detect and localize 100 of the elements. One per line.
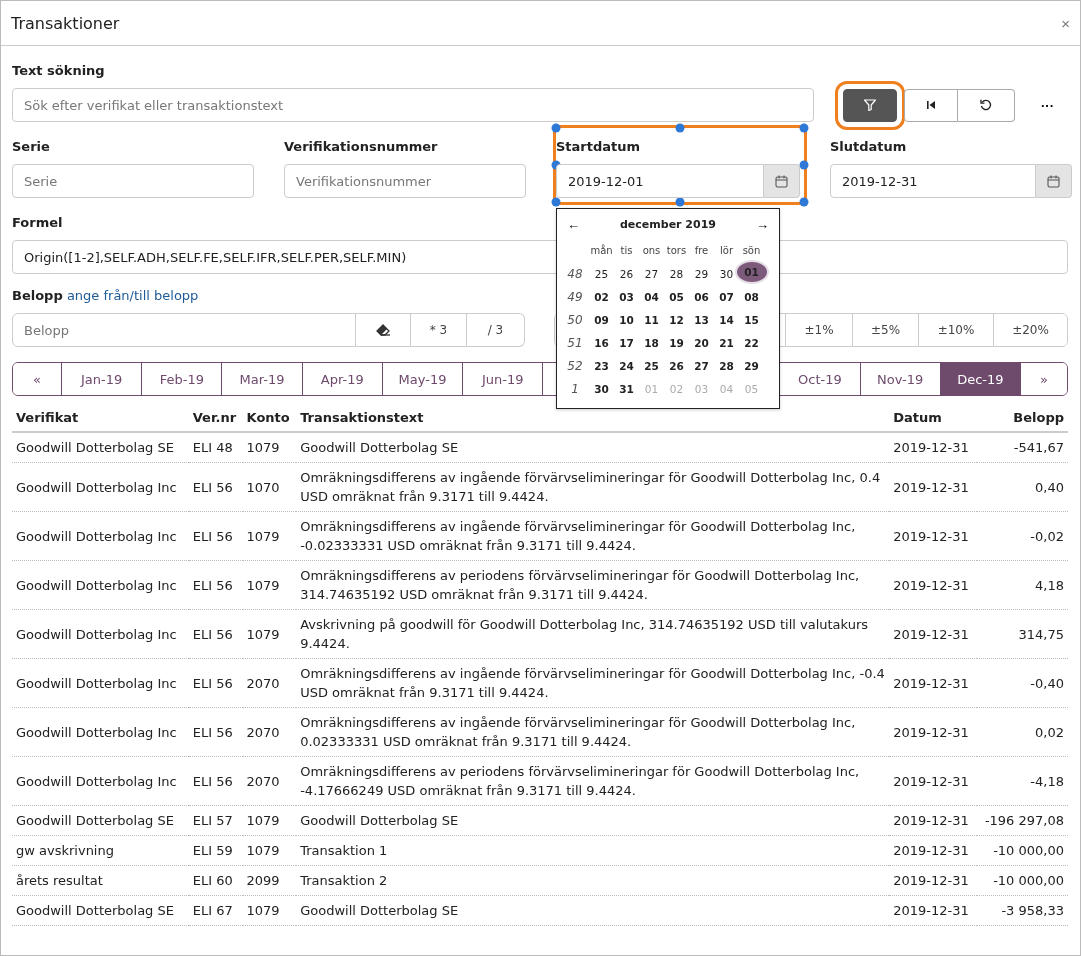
table-cell: Goodwill Dotterbolag SE [12, 432, 189, 463]
calendar-day[interactable]: 11 [639, 308, 664, 331]
calendar-day[interactable]: 12 [664, 308, 689, 331]
next-month-button[interactable]: → [756, 216, 769, 232]
table-cell: Goodwill Dotterbolag Inc [12, 756, 189, 806]
previous-month-button[interactable]: ← [567, 216, 580, 232]
column-header: Belopp [976, 404, 1068, 432]
percent-button[interactable]: ±20% [993, 314, 1067, 346]
table-cell: -10 000,00 [976, 835, 1068, 866]
calendar-day[interactable]: 13 [689, 308, 714, 331]
calendar-icon [1047, 174, 1060, 188]
calendar-icon [775, 174, 788, 188]
calendar-day[interactable]: 07 [714, 285, 739, 308]
date-field[interactable]: 2019-12-01 [556, 164, 764, 198]
table-cell: Goodwill Dotterbolag SE [296, 805, 890, 836]
calendar-day[interactable]: 22 [739, 331, 764, 354]
weekday-label: sön [741, 244, 762, 258]
week-number: 51 [566, 334, 584, 352]
clear-button[interactable] [356, 313, 411, 347]
calendar-day[interactable]: 25 [639, 354, 664, 377]
table-cell: 0,02 [976, 707, 1068, 757]
table-cell: 2019-12-31 [889, 805, 977, 836]
week-number: 49 [566, 288, 584, 306]
calendar-day[interactable]: 26 [664, 354, 689, 377]
calendar-day[interactable]: 27 [689, 354, 714, 377]
table-cell: ELI 56 [188, 560, 243, 610]
calendar-day[interactable]: 06 [689, 285, 714, 308]
table-cell: 2099 [242, 865, 297, 896]
column-header: Konto [242, 404, 297, 432]
table-cell: 2019-12-31 [889, 432, 977, 463]
column-header: Verifikat [12, 404, 189, 432]
calendar-day[interactable]: 10 [614, 308, 639, 331]
close-button[interactable]: × [1061, 14, 1070, 32]
table-cell: ELI 59 [188, 835, 243, 866]
table-cell: 2019-12-31 [889, 462, 977, 512]
week-number: 50 [566, 311, 584, 329]
table-cell: ELI 56 [188, 707, 243, 757]
table-cell: Goodwill Dotterbolag Inc [12, 560, 189, 610]
table-cell: Goodwill Dotterbolag SE [296, 432, 890, 463]
table-cell: Omräkningsdifferens av ingående förvärvselimineringar för Goodwill Dotterbolag Inc, 0.02333331 USD omräknat från 9.3171 till 9.4424. [296, 707, 890, 757]
week-number: 52 [566, 357, 584, 375]
calendar-day[interactable]: 23 [589, 354, 614, 377]
calc-button[interactable]: * 3 [411, 313, 467, 347]
table-cell: Goodwill Dotterbolag Inc [12, 462, 189, 512]
field-label: Text sökning [12, 63, 105, 78]
input-field[interactable]: Verifikationsnummer [284, 164, 526, 198]
calendar-button[interactable] [1036, 164, 1072, 198]
calendar-day[interactable]: 21 [714, 331, 739, 354]
field-label: Startdatum [556, 139, 641, 154]
table-cell: -541,67 [976, 432, 1068, 463]
weekday-label: fre [693, 244, 710, 258]
calendar-day[interactable]: 18 [639, 331, 664, 354]
input-field[interactable]: Serie [12, 164, 254, 198]
calendar-day[interactable]: 09 [589, 308, 614, 331]
calendar-day[interactable]: 16 [589, 331, 614, 354]
calendar-day[interactable]: 19 [664, 331, 689, 354]
calendar-day[interactable]: 03 [614, 285, 639, 308]
more-button[interactable]: ··· [1037, 97, 1058, 113]
table-cell: Goodwill Dotterbolag SE [12, 895, 189, 926]
calendar-day[interactable]: 24 [614, 354, 639, 377]
date-field[interactable]: 2019-12-31 [830, 164, 1036, 198]
month-tab[interactable]: Dec-19 [939, 363, 1020, 395]
eraser-icon [375, 324, 391, 336]
amount-range-link[interactable]: ange från/till belopp [66, 288, 199, 303]
weekday-label: lör [719, 244, 734, 258]
calendar-day[interactable]: 08 [739, 285, 764, 308]
skip-back-icon [925, 99, 937, 111]
calendar-day[interactable]: 29 [739, 354, 764, 377]
table-cell: ELI 56 [188, 609, 243, 659]
search-field[interactable]: Sök efter verifikat eller transaktionstext [12, 88, 814, 122]
table-cell: 2019-12-31 [889, 756, 977, 806]
calendar-day[interactable]: 28 [714, 354, 739, 377]
table-cell: ELI 56 [188, 658, 243, 708]
calc-button[interactable]: / 3 [467, 313, 525, 347]
table-cell: Transaktion 2 [296, 865, 890, 896]
calendar-day[interactable]: 17 [614, 331, 639, 354]
table-cell: -3 958,33 [976, 895, 1068, 926]
table-cell: 2019-12-31 [889, 609, 977, 659]
calendar-day[interactable]: 14 [714, 308, 739, 331]
calendar-day[interactable]: 31 [614, 377, 639, 400]
month-tab[interactable]: » [1020, 363, 1067, 395]
amount-field[interactable]: Belopp [12, 313, 356, 347]
field-label: Formel [12, 215, 63, 230]
column-header: Transaktionstext [296, 404, 890, 432]
table-cell: 2070 [242, 756, 297, 806]
calendar-day[interactable]: 02 [589, 285, 614, 308]
column-header: Ver.nr [188, 404, 243, 432]
table-cell: 2019-12-31 [889, 658, 977, 708]
calendar-day[interactable]: 05 [664, 285, 689, 308]
weekday-label: tors [665, 244, 688, 258]
table-cell: -0,02 [976, 511, 1068, 561]
table-cell: årets resultat [12, 865, 189, 896]
table-cell: -4,18 [976, 756, 1068, 806]
calendar-day[interactable]: 04 [639, 285, 664, 308]
first-page-button[interactable] [904, 88, 958, 122]
reset-button[interactable] [958, 88, 1015, 122]
calendar-day[interactable]: 20 [689, 331, 714, 354]
calendar-button[interactable] [764, 164, 800, 198]
calendar-day[interactable]: 30 [589, 377, 614, 400]
calendar-day[interactable]: 15 [739, 308, 764, 331]
